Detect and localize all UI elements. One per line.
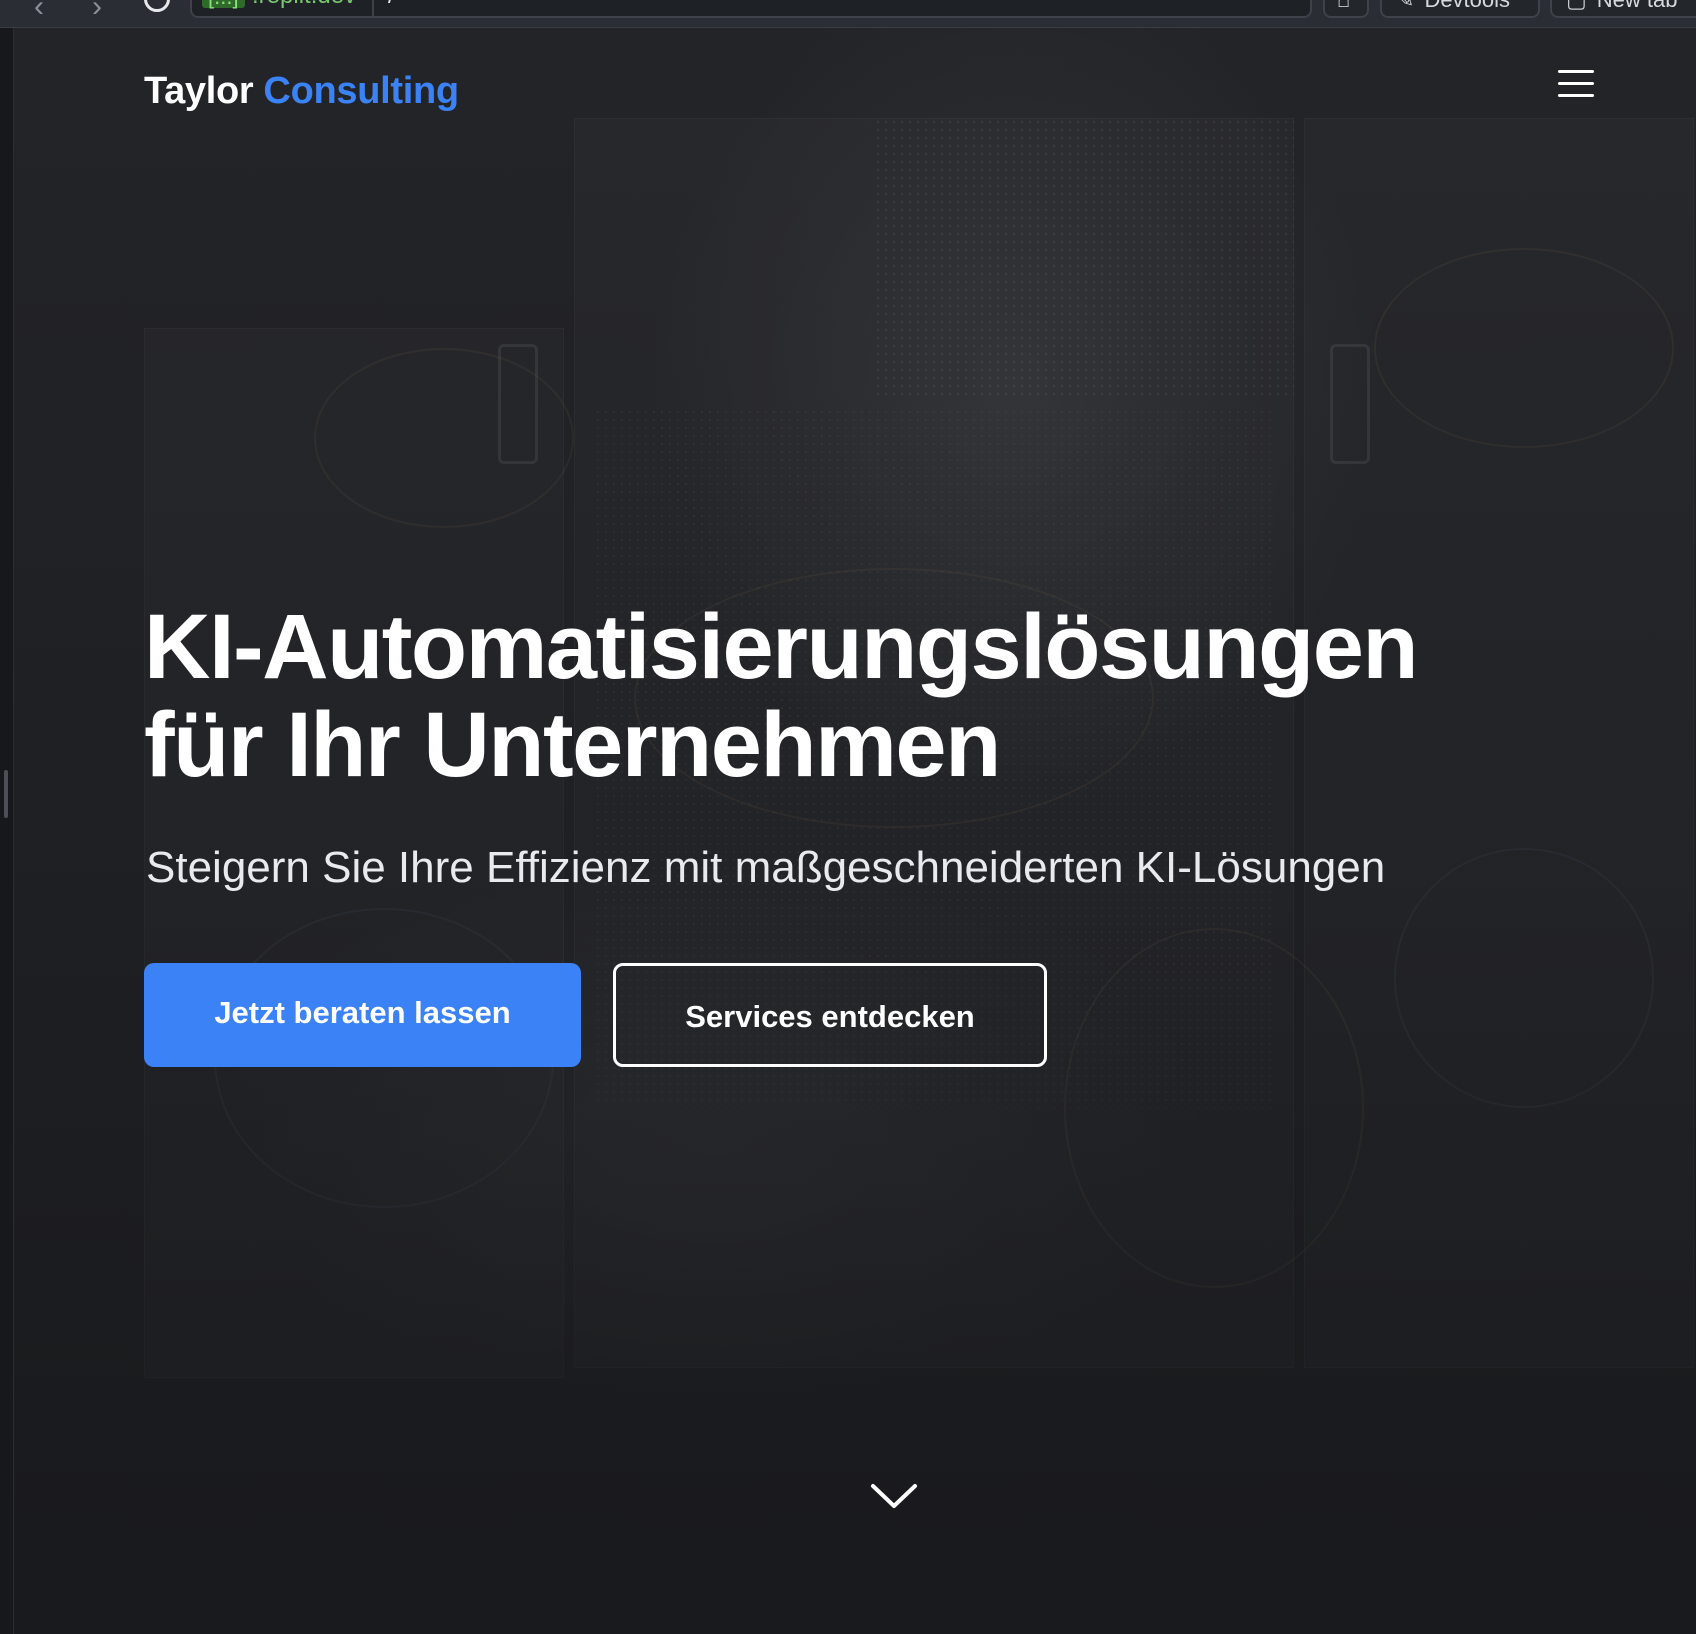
menu-line bbox=[1558, 70, 1594, 73]
left-panel-edge bbox=[0, 28, 14, 1634]
back-icon[interactable]: ‹ bbox=[34, 0, 44, 22]
menu-line bbox=[1558, 82, 1594, 85]
address-bar[interactable]: [...] .replit.dev / › bbox=[190, 0, 1312, 18]
logo-text-accent: Consulting bbox=[263, 70, 459, 112]
url-host: .replit.dev bbox=[252, 0, 356, 8]
services-button[interactable]: Services entdecken bbox=[613, 963, 1047, 1067]
hamburger-icon[interactable] bbox=[1554, 66, 1598, 106]
site-header: Taylor Consulting bbox=[144, 66, 1604, 126]
reload-icon[interactable] bbox=[144, 0, 170, 12]
hero-title-line-2: für Ihr Unternehmen bbox=[144, 694, 1001, 796]
new-tab-label: New tab bbox=[1597, 0, 1678, 12]
browser-toolbar: ‹ › [...] .replit.dev / › ⌂ ✎ Devtools ▢ N… bbox=[0, 0, 1696, 28]
chevron-right-icon: › bbox=[1291, 0, 1298, 3]
url-separator bbox=[372, 0, 374, 16]
background-overlay bbox=[14, 28, 1696, 1634]
forward-icon[interactable]: › bbox=[92, 0, 102, 22]
menu-line bbox=[1558, 94, 1594, 97]
resize-handle[interactable] bbox=[4, 770, 8, 818]
wrench-icon: ✎ bbox=[1396, 0, 1414, 12]
url-host-chip: [...] bbox=[202, 0, 245, 8]
hero-title-line-1: KI-Automatisierungslösungen bbox=[144, 596, 1419, 698]
chevron-down-icon[interactable] bbox=[869, 1478, 919, 1514]
consultation-button[interactable]: Jetzt beraten lassen bbox=[144, 963, 581, 1067]
devtools-label: Devtools bbox=[1424, 0, 1510, 12]
logo[interactable]: Taylor Consulting bbox=[144, 70, 459, 113]
logo-text-primary: Taylor bbox=[144, 70, 254, 112]
new-tab-button[interactable]: ▢ New tab bbox=[1550, 0, 1696, 18]
screen-button[interactable]: ⌂ bbox=[1323, 0, 1369, 18]
hero-subtitle: Steigern Sie Ihre Effizienz mit maßgesch… bbox=[146, 843, 1386, 892]
hero-section: Taylor Consulting KI-Automatisierungslösu… bbox=[14, 28, 1696, 1634]
monitor-icon: ⌂ bbox=[1337, 0, 1350, 12]
chevron-down-icon-svg bbox=[871, 1484, 917, 1508]
hero-title: KI-Automatisierungslösungen für Ihr Unte… bbox=[144, 598, 1584, 794]
new-tab-icon: ▢ bbox=[1566, 0, 1587, 12]
url-path: / bbox=[388, 0, 395, 10]
devtools-button[interactable]: ✎ Devtools bbox=[1380, 0, 1540, 18]
